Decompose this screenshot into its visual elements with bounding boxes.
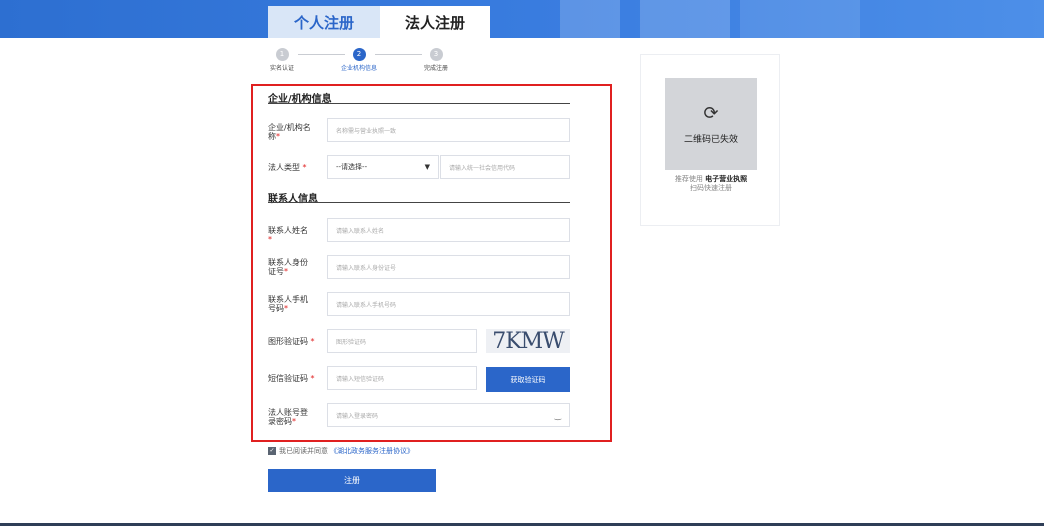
refresh-icon[interactable]: ⟳: [703, 103, 718, 124]
legal-type-select[interactable]: --请选择-- ▼: [327, 155, 439, 179]
label-legal-type: 法人类型 *: [268, 163, 307, 172]
qr-tip-prefix: 推荐使用: [674, 175, 703, 183]
banner-decoration: [560, 0, 620, 38]
agree-text: 我已阅读并同意: [279, 447, 328, 455]
password-input[interactable]: 请输入登录密码 ‿: [327, 403, 570, 427]
banner-decoration: [740, 0, 860, 38]
step-number: 1: [275, 48, 289, 61]
step-3: 3 完成注册: [406, 48, 466, 72]
credit-code-input[interactable]: 请输入统一社会信用代码: [440, 155, 570, 179]
step-label: 企业机构信息: [340, 65, 377, 72]
agreement-link[interactable]: 《湖北政务服务注册协议》: [330, 446, 414, 456]
section-divider: [268, 103, 570, 104]
agree-checkbox[interactable]: ✓: [268, 447, 276, 455]
chevron-down-icon: ▼: [424, 163, 430, 171]
label-password: 法人账号登录密码*: [268, 408, 308, 426]
org-name-input[interactable]: 名称需与营业执照一致: [327, 118, 570, 142]
label-sms: 短信验证码 *: [268, 374, 315, 383]
qr-panel: ⟳ 二维码已失效 推荐使用 电子营业执照 扫码快速注册: [640, 54, 780, 226]
progress-steps: 1 实名认证 2 企业机构信息 3 完成注册: [268, 48, 458, 74]
qr-tip-line2: 扫码快速注册: [690, 184, 732, 192]
password-placeholder: 请输入登录密码: [336, 412, 379, 420]
contact-phone-input[interactable]: 请输入联系人手机号码: [327, 292, 570, 316]
label-contact-name: 联系人姓名 *: [268, 226, 308, 244]
label-captcha: 图形验证码 *: [268, 337, 315, 346]
sms-code-input[interactable]: 请输入短信验证码: [327, 366, 477, 390]
step-label: 完成注册: [423, 65, 448, 72]
label-contact-phone: 联系人手机号码*: [268, 295, 308, 313]
label-contact-id: 联系人身份证号*: [268, 258, 308, 276]
captcha-image[interactable]: 7KMW: [486, 329, 570, 353]
tab-personal-register[interactable]: 个人注册: [268, 6, 380, 38]
tab-legal-register[interactable]: 法人注册: [380, 6, 490, 38]
contact-id-input[interactable]: 请输入联系人身份证号: [327, 255, 570, 279]
banner-decoration: [640, 0, 730, 38]
label-org-name: 企业/机构名称*: [268, 123, 311, 141]
header-banner: 个人注册 法人注册: [0, 0, 1044, 38]
captcha-input[interactable]: 图形验证码: [327, 329, 477, 353]
get-sms-code-button[interactable]: 获取验证码: [486, 367, 570, 392]
step-number: 2: [352, 48, 366, 61]
step-1: 1 实名认证: [252, 48, 312, 72]
qr-tip-bold: 电子营业执照: [705, 175, 748, 183]
qr-code-expired[interactable]: ⟳ 二维码已失效: [665, 78, 757, 170]
eye-closed-icon[interactable]: ‿: [555, 411, 561, 420]
select-value: --请选择--: [336, 163, 368, 171]
qr-expired-text: 二维码已失效: [683, 135, 738, 145]
qr-tip: 推荐使用 电子营业执照 扫码快速注册: [641, 175, 781, 193]
step-label: 实名认证: [269, 65, 294, 72]
contact-name-input[interactable]: 请输入联系人姓名: [327, 218, 570, 242]
register-button[interactable]: 注册: [268, 469, 436, 492]
section-divider: [268, 202, 570, 203]
step-2: 2 企业机构信息: [329, 48, 389, 72]
step-number: 3: [429, 48, 443, 61]
agreement-row: ✓ 我已阅读并同意 《湖北政务服务注册协议》: [268, 446, 414, 456]
